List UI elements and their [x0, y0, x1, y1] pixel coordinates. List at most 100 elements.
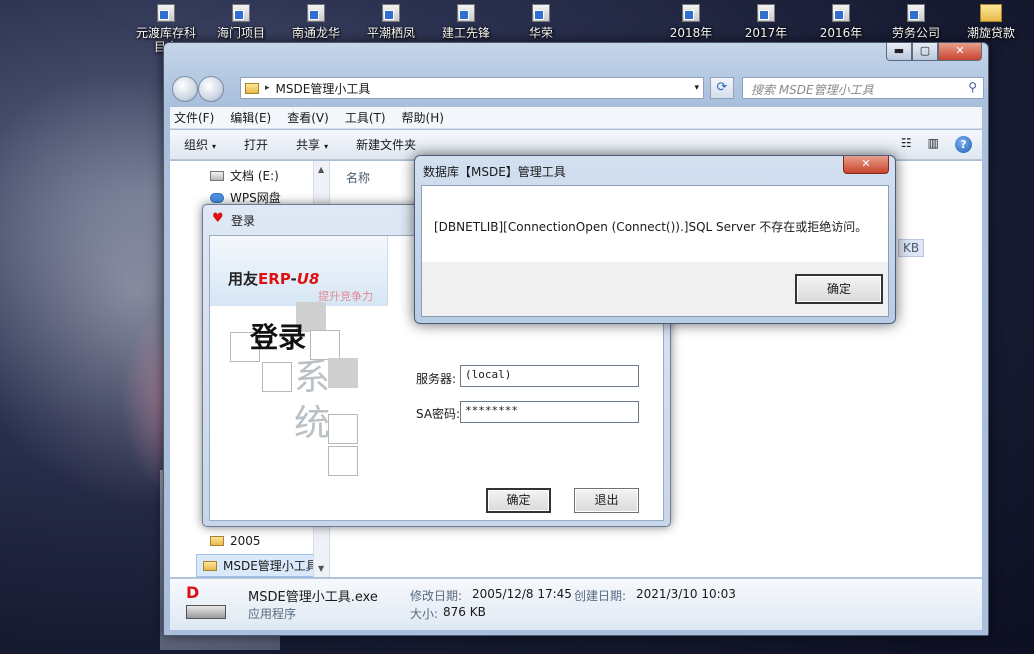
- desktop-icon-laowu[interactable]: 劳务公司: [881, 4, 951, 40]
- dialog-body: [DBNETLIB][ConnectionOpen (Connect()).]S…: [421, 185, 889, 317]
- shortcut-icon: [682, 4, 700, 22]
- ufida-logo: 用友ERP-U8: [228, 268, 319, 289]
- organize-button[interactable]: 组织 ▾: [184, 136, 216, 153]
- folder-icon: [245, 82, 259, 94]
- heart-icon: ♥: [212, 211, 224, 226]
- shortcut-icon: [157, 4, 175, 22]
- logo-slogan: 提升竞争力: [318, 290, 373, 303]
- desktop-icon-jiangong[interactable]: 建工先锋: [431, 4, 501, 40]
- desktop-icon-label: 2016年: [819, 26, 863, 40]
- shortcut-icon: [307, 4, 325, 22]
- nav-item-2005[interactable]: 2005: [210, 534, 261, 548]
- search-icon[interactable]: ⚲: [968, 80, 977, 94]
- server-label: 服务器:: [416, 372, 457, 386]
- preview-pane-icon[interactable]: ▥: [928, 136, 939, 153]
- desktop-icon-label: 南通龙华: [291, 26, 340, 40]
- caret-down-icon: ▾: [324, 142, 329, 151]
- desktop-icon-2017[interactable]: 2017年: [731, 4, 801, 40]
- address-dropdown-icon[interactable]: ▾: [694, 83, 699, 93]
- logo-prefix: 用友: [228, 270, 259, 288]
- view-options-icon[interactable]: ☷: [901, 136, 912, 153]
- desktop-icon-2016[interactable]: 2016年: [806, 4, 876, 40]
- maximize-button[interactable]: ▢: [912, 43, 938, 61]
- shortcut-icon: [232, 4, 250, 22]
- close-button[interactable]: ✕: [938, 43, 982, 61]
- navigation-bar: ▸ MSDE管理小工具 ▾ ⟳ 搜索 MSDE管理小工具 ⚲: [170, 75, 984, 103]
- scroll-down-icon[interactable]: ▼: [318, 564, 324, 573]
- forward-button[interactable]: [198, 76, 224, 102]
- desktop-icon-chaoxuan[interactable]: 潮旋贷款: [956, 4, 1026, 40]
- caret-down-icon: ▾: [212, 142, 217, 151]
- desktop-icon-huarong[interactable]: 华荣: [506, 4, 576, 40]
- dialog-ok-button[interactable]: 确定: [795, 274, 883, 304]
- desktop-icon-haimen[interactable]: 海门项目: [206, 4, 276, 40]
- toolbar-right: ☷ ▥ ?: [885, 136, 972, 153]
- share-button[interactable]: 共享 ▾: [296, 136, 328, 153]
- menu-help[interactable]: 帮助(H): [402, 109, 444, 126]
- menu-view[interactable]: 查看(V): [287, 109, 329, 126]
- desktop-icon-label: 华荣: [528, 26, 553, 40]
- nav-item-label: MSDE管理小工具: [223, 559, 318, 573]
- desktop-icon-label: 建工先锋: [441, 26, 490, 40]
- app-device-shape: [186, 605, 226, 619]
- size-label: 大小:: [410, 607, 439, 621]
- desktop-icon-label: 2018年: [669, 26, 713, 40]
- shortcut-icon: [907, 4, 925, 22]
- address-bar[interactable]: ▸ MSDE管理小工具 ▾: [240, 77, 704, 99]
- shortcut-icon: [382, 4, 400, 22]
- file-name: MSDE管理小工具.exe: [248, 590, 378, 605]
- search-input[interactable]: 搜索 MSDE管理小工具 ⚲: [742, 77, 984, 99]
- desktop-icon-label: 劳务公司: [891, 26, 940, 40]
- new-folder-button[interactable]: 新建文件夹: [356, 136, 416, 153]
- window-controls: ▬ ▢ ✕: [886, 43, 982, 61]
- big-tong-char: 统: [294, 403, 331, 444]
- logo-banner: 用友ERP-U8 提升竞争力: [210, 236, 388, 306]
- details-pane: D MSDE管理小工具.exe 修改日期: 2005/12/8 17:45 创建…: [170, 578, 982, 630]
- modified-date: 2005/12/8 17:45: [472, 587, 572, 601]
- back-button[interactable]: [172, 76, 198, 102]
- menu-bar: 文件(F) 编辑(E) 查看(V) 工具(T) 帮助(H): [170, 107, 982, 129]
- column-header-name[interactable]: 名称: [346, 169, 370, 186]
- open-button[interactable]: 打开: [244, 136, 268, 153]
- drive-icon: [210, 170, 224, 181]
- menu-edit[interactable]: 编辑(E): [230, 109, 271, 126]
- dialog-close-button[interactable]: ✕: [843, 156, 889, 174]
- menu-tools[interactable]: 工具(T): [345, 109, 386, 126]
- login-exit-button[interactable]: 退出: [574, 488, 639, 513]
- decor-square: [262, 362, 292, 392]
- shortcut-icon: [532, 4, 550, 22]
- login-ok-button[interactable]: 确定: [486, 488, 551, 513]
- server-field[interactable]: (local): [460, 365, 639, 387]
- desktop-icon-label: 2017年: [744, 26, 788, 40]
- file-type: 应用程序: [248, 607, 297, 621]
- decor-square: [328, 414, 358, 444]
- nav-item-drive-e[interactable]: 文档 (E:): [210, 167, 279, 184]
- created-date: 2021/3/10 10:03: [636, 587, 736, 601]
- desktop-icon-nantong[interactable]: 南通龙华: [281, 4, 351, 40]
- created-label: 创建日期:: [574, 589, 627, 603]
- desktop-icon-label: 海门项目: [216, 26, 265, 40]
- menu-file[interactable]: 文件(F): [174, 109, 214, 126]
- password-label: SA密码:: [416, 407, 461, 421]
- shortcut-icon: [457, 4, 475, 22]
- desktop-icon-2018[interactable]: 2018年: [656, 4, 726, 40]
- nav-item-msde[interactable]: MSDE管理小工具: [196, 554, 327, 577]
- nav-item-label: 文档 (E:): [230, 169, 279, 183]
- desktop-icon-label: 平潮栖凤: [366, 26, 415, 40]
- breadcrumb-separator-icon[interactable]: ▸: [265, 83, 270, 93]
- minimize-button[interactable]: ▬: [886, 43, 912, 61]
- decor-square: [328, 446, 358, 476]
- desktop-icon-pingchao[interactable]: 平潮栖凤: [356, 4, 426, 40]
- error-message: [DBNETLIB][ConnectionOpen (Connect()).]S…: [434, 220, 868, 234]
- folder-icon: [980, 4, 1002, 22]
- big-sys-char: 系: [294, 357, 331, 398]
- decor-square: [328, 358, 358, 388]
- refresh-button[interactable]: ⟳: [710, 77, 734, 99]
- folder-icon: [203, 560, 217, 571]
- scroll-up-icon[interactable]: ▲: [318, 165, 324, 174]
- file-size: 876 KB: [443, 605, 486, 619]
- password-field[interactable]: ********: [460, 401, 639, 423]
- help-icon[interactable]: ?: [955, 136, 972, 153]
- logo-u8: U8: [296, 270, 320, 288]
- breadcrumb-current[interactable]: MSDE管理小工具: [276, 80, 371, 97]
